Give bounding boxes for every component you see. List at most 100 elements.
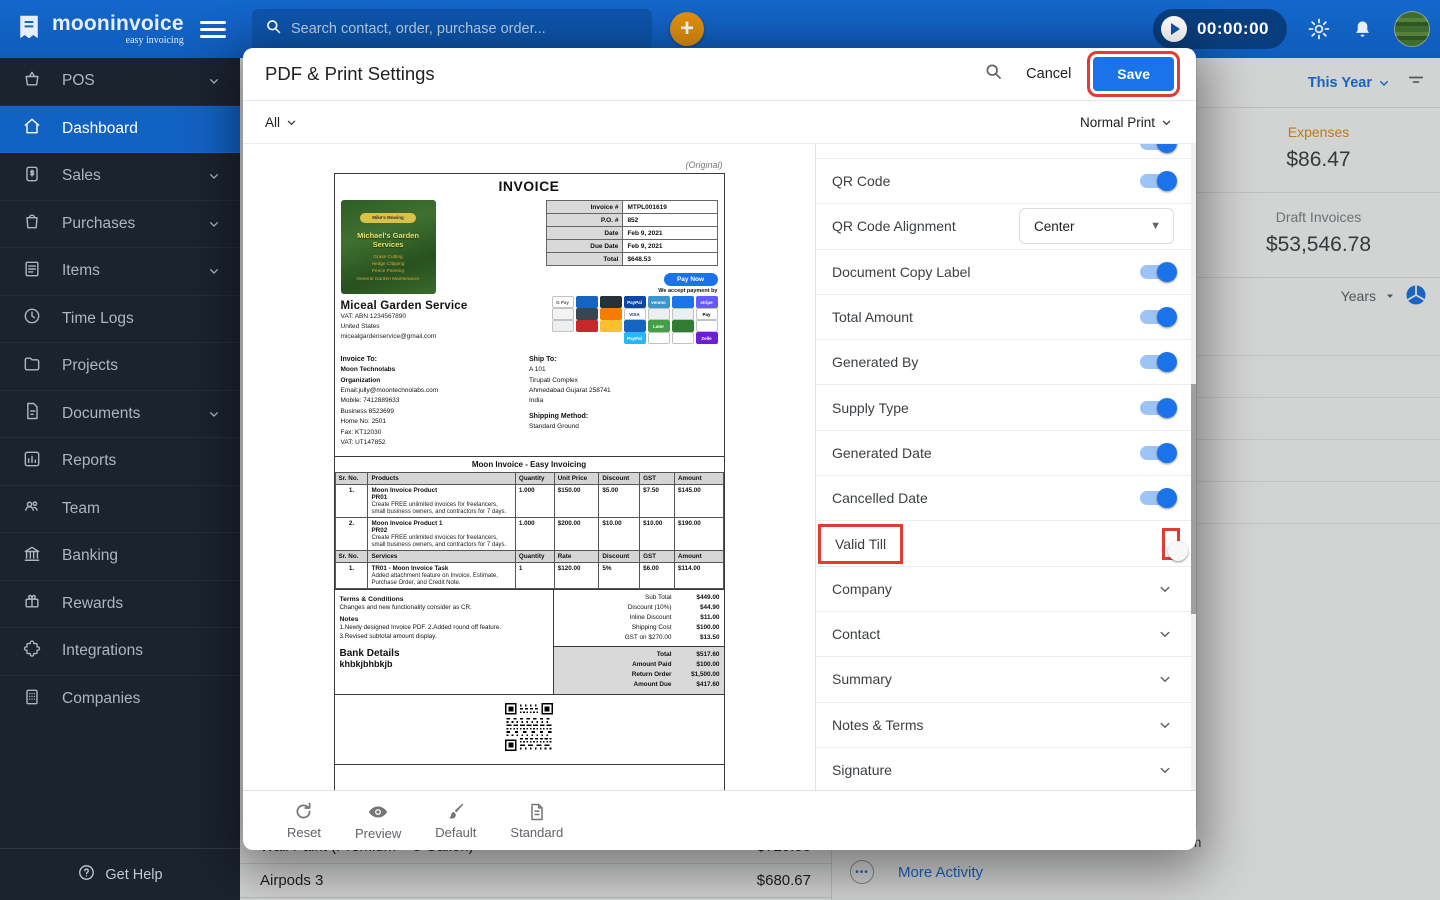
scrollbar[interactable] [1191,144,1196,790]
save-button[interactable]: Save [1087,51,1180,97]
get-help-button[interactable]: Get Help [0,848,240,900]
hamburger-icon[interactable] [199,17,226,42]
payment-chip [695,320,718,332]
play-icon[interactable] [1160,16,1187,42]
setting-row-qr-code[interactable]: QR Code [816,159,1196,205]
sidebar-item-companies[interactable]: Companies [0,676,240,724]
valid-till-label-highlight: Valid Till [818,523,904,564]
payment-chip: PayPal [623,296,646,308]
preview-button[interactable]: Preview [355,801,401,841]
chevron-down-icon [1156,716,1174,734]
section-row-signature[interactable]: Signature [816,748,1196,790]
setting-row-supply-type[interactable]: Supply Type [816,385,1196,431]
setting-row-partial[interactable] [816,144,1196,159]
brand-text: mooninvoice easy invoicing [52,13,184,46]
setting-row-cancelled-date[interactable]: Cancelled Date [816,476,1196,522]
sidebar-item-items[interactable]: Items [0,248,240,296]
sidebar-item-sales[interactable]: Sales [0,153,240,201]
payment-method-chips: PayPal Zelle [546,332,718,344]
chevron-down-icon [206,168,222,184]
payment-chip: Pay [695,308,718,320]
sidebar-item-dashboard[interactable]: Dashboard [0,105,240,153]
payment-chip: stripe [695,296,718,308]
terms-notes-block: Terms & Conditions Changes and new funct… [335,590,554,694]
setting-row-document-copy-label[interactable]: Document Copy Label [816,250,1196,295]
pay-now-button: Pay Now [663,273,718,286]
seller-info: Miceal Garden Service VAT: ABN 123456789… [340,300,468,341]
section-row-company[interactable]: Company [816,567,1196,612]
section-row-contact[interactable]: Contact [816,612,1196,658]
sidebar-item-banking[interactable]: Banking [0,533,240,581]
payment-chip [599,296,622,308]
chevron-down-icon [206,406,222,422]
avatar[interactable] [1394,11,1430,47]
chevron-down-icon [1156,580,1174,598]
bar-chart-icon [22,449,42,474]
brand[interactable]: mooninvoice easy invoicing [0,12,240,47]
document-copy-label-toggle[interactable] [1140,261,1177,282]
list-icon [22,259,42,284]
setting-row-total-amount[interactable]: Total Amount [816,295,1196,341]
chevron-down-icon [206,73,222,89]
qr-alignment-select[interactable]: Center ▼ [1019,208,1174,245]
sidebar-item-projects[interactable]: Projects [0,343,240,391]
print-mode-dropdown[interactable]: Normal Print [1080,115,1174,130]
document-icon [22,401,42,426]
eye-icon [368,806,388,817]
setting-row-generated-date[interactable]: Generated Date [816,431,1196,477]
sidebar-item-team[interactable]: Team [0,486,240,533]
standard-button[interactable]: Standard [510,802,563,840]
generated-date-toggle[interactable] [1140,442,1177,463]
reset-button[interactable]: Reset [287,801,321,840]
payment-chip: Zelle [695,332,718,344]
modal-title: PDF & Print Settings [265,63,435,84]
settings-list: QR Code QR Code Alignment Center ▼ Docum… [815,144,1196,790]
default-button[interactable]: Default [435,801,476,840]
payment-chip: G Pay [551,296,574,308]
qr-code-toggle[interactable] [1140,171,1177,192]
filter-all-dropdown[interactable]: All [265,115,299,130]
generated-by-toggle[interactable] [1140,352,1177,373]
gear-icon[interactable] [1307,17,1331,41]
toggle[interactable] [1140,144,1177,153]
sidebar-item-rewards[interactable]: Rewards [0,581,240,628]
payment-chip [551,308,574,320]
cancelled-date-toggle[interactable] [1140,488,1177,509]
sidebar-item-pos[interactable]: POS [0,58,240,106]
payment-chip [599,308,622,320]
sidebar-item-reports[interactable]: Reports [0,438,240,486]
copy-label: (Original) [685,160,723,170]
payment-chip [551,320,574,332]
payment-chip [575,308,598,320]
payment-chip [599,320,622,332]
invoice-title: INVOICE [498,178,560,194]
add-button[interactable]: + [670,12,704,46]
setting-row-valid-till[interactable]: Valid Till [816,521,1196,567]
accept-payment-text: We accept payment by [658,288,718,294]
payment-chip: PayPal [623,332,646,344]
search-icon[interactable] [983,61,1004,87]
receipt-logo-icon [14,12,44,47]
payment-method-chips: Later [546,320,718,332]
invoice-items-table: Sr. No. Products Quantity Unit Price Disco… [334,472,724,590]
total-amount-toggle[interactable] [1140,307,1177,328]
bell-icon[interactable] [1351,18,1374,41]
bag-icon [22,211,42,236]
timer[interactable]: 00:00:00 [1152,9,1287,49]
sidebar-item-time-logs[interactable]: Time Logs [0,296,240,343]
cancel-button[interactable]: Cancel [1026,66,1071,82]
search-input[interactable] [291,21,640,37]
puzzle-icon [22,639,42,664]
clock-icon [22,306,42,331]
sidebar-item-purchases[interactable]: Purchases [0,201,240,248]
supply-type-toggle[interactable] [1140,397,1177,418]
sidebar-item-integrations[interactable]: Integrations [0,628,240,676]
setting-row-generated-by[interactable]: Generated By [816,340,1196,386]
section-row-notes-terms[interactable]: Notes & Terms [816,703,1196,748]
sidebar-item-documents[interactable]: Documents [0,391,240,438]
modal-footer: Reset Preview Default Standard [243,790,1196,850]
section-row-summary[interactable]: Summary [816,657,1196,703]
valid-till-toggle-highlight [1162,527,1188,561]
setting-row-qr-alignment[interactable]: QR Code Alignment Center ▼ [816,204,1196,250]
global-search[interactable] [252,9,652,49]
